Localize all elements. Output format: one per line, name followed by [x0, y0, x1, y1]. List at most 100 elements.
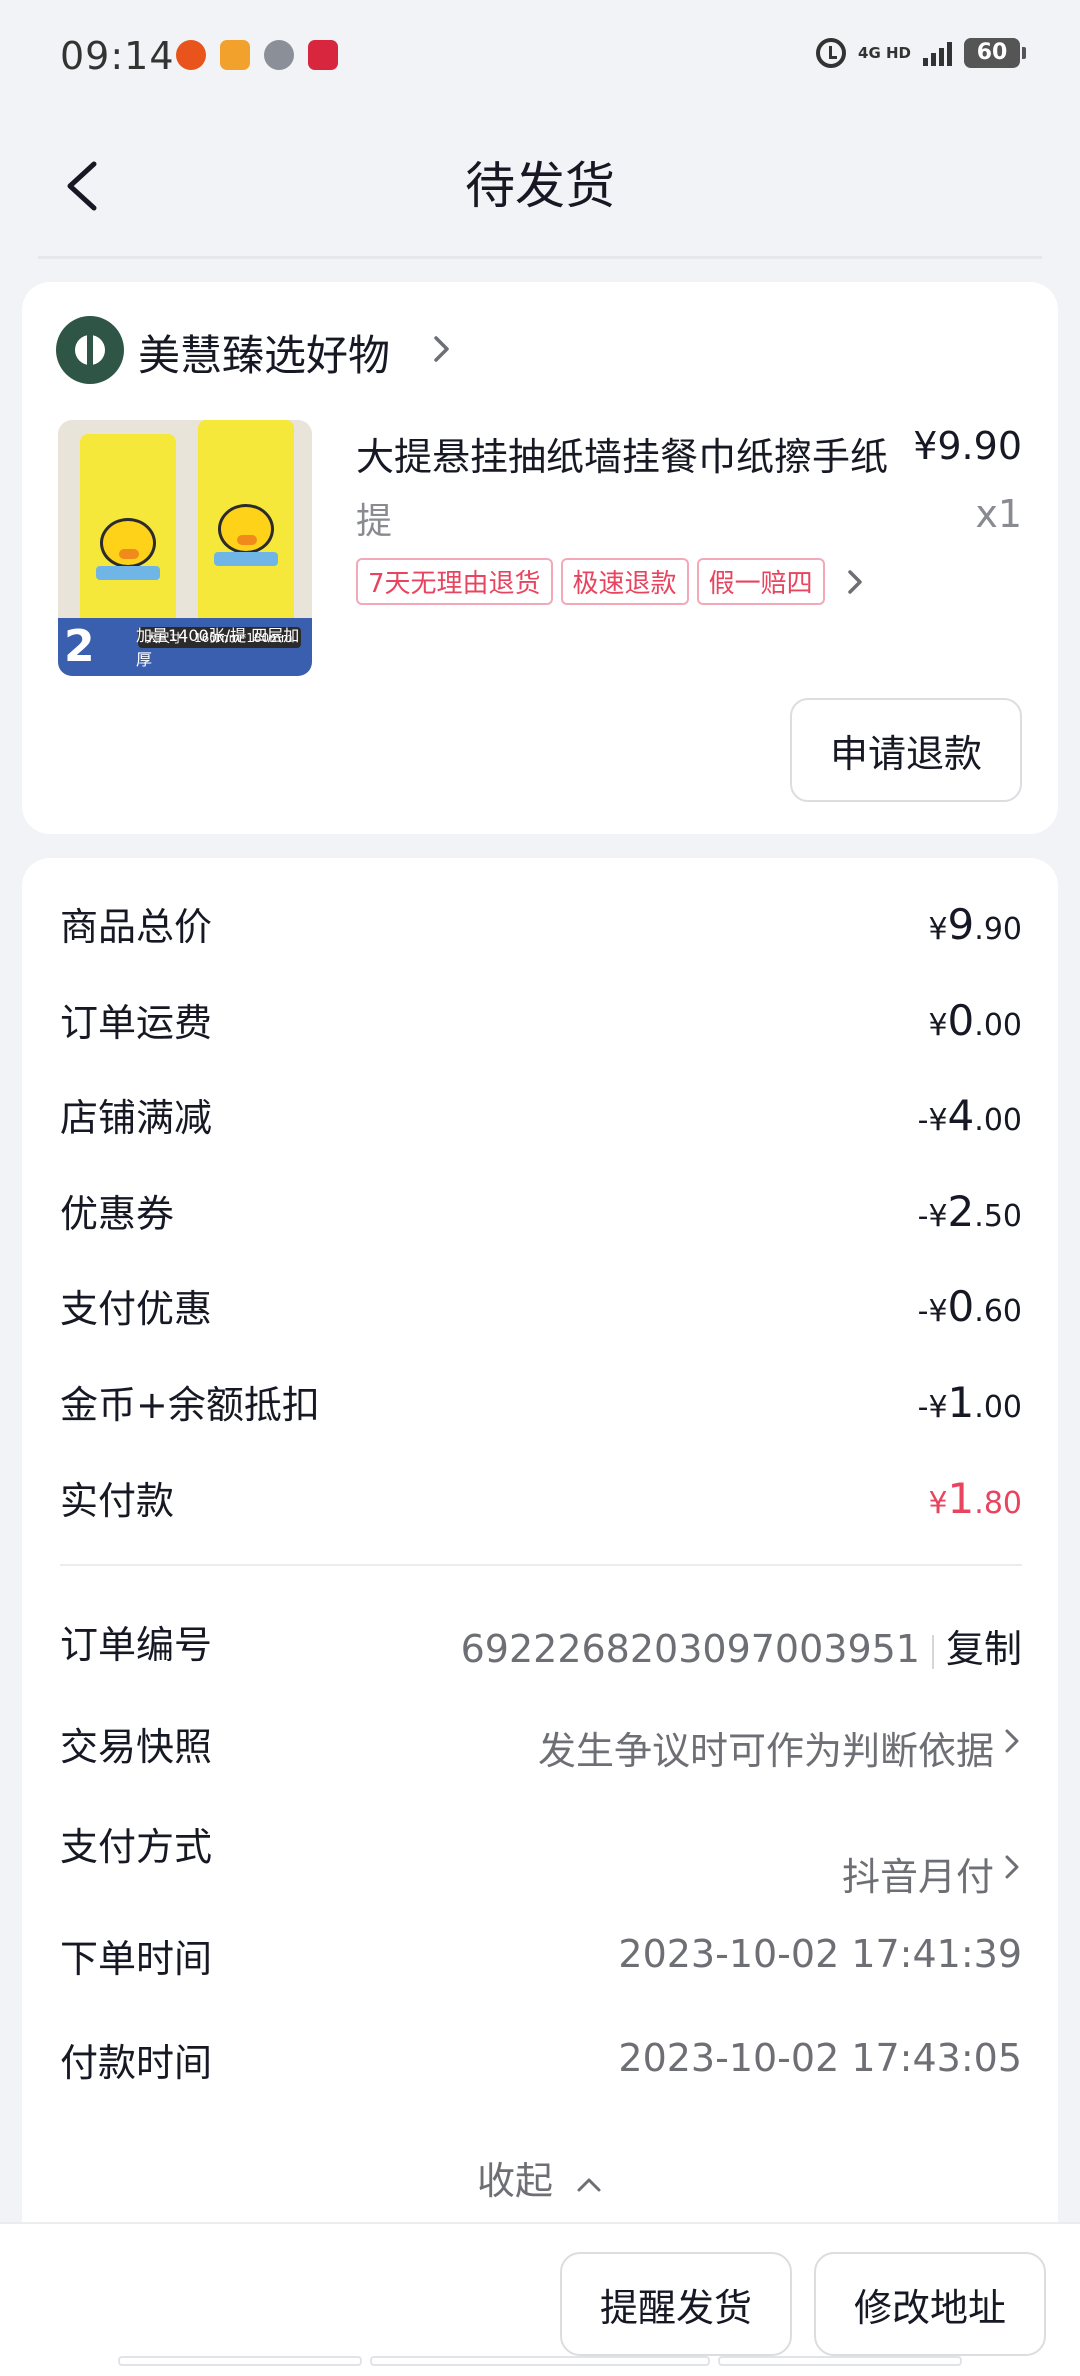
- amount-dec: .00: [974, 1390, 1022, 1425]
- shop-name[interactable]: 美慧臻选好物: [138, 322, 390, 383]
- amount-sign: -: [917, 1390, 929, 1425]
- order-number-label: 订单编号: [60, 1623, 213, 1667]
- product-quantity: x1: [975, 492, 1022, 536]
- price-row-amount: ¥0.00: [928, 996, 1022, 1045]
- product-spec: 提: [356, 501, 393, 542]
- divider: [60, 1564, 1022, 1566]
- amount-dec: .80: [974, 1486, 1022, 1521]
- copy-button[interactable]: 复制: [946, 1627, 1022, 1671]
- notification-icons: [176, 40, 338, 70]
- alarm-icon: [816, 38, 847, 68]
- payment-value: 抖音月付: [841, 1855, 994, 1899]
- amount-currency: ¥: [928, 1103, 948, 1138]
- nav-bar: 待发货: [0, 116, 1080, 259]
- collapse-button[interactable]: 收起: [22, 2150, 1058, 2205]
- price-row-amount: ¥1.80: [928, 1474, 1022, 1523]
- chevron-right-icon[interactable]: [428, 332, 454, 366]
- price-row-amount: -¥4.00: [918, 1091, 1022, 1140]
- bottom-action-bar: 提醒发货 修改地址: [0, 2222, 1080, 2376]
- service-tag: 假一赔四: [696, 558, 825, 605]
- package-graphic: [80, 434, 176, 630]
- order-time-label: 下单时间: [60, 1937, 213, 1981]
- remind-shipping-button[interactable]: 提醒发货: [560, 2252, 792, 2356]
- product-image[interactable]: 大尺寸：160mm*180mm 2 加量1400张/提 四层加厚: [58, 420, 312, 676]
- pay-time-value: 2023-10-02 17:43:05: [618, 2036, 1022, 2080]
- status-time: 09:14: [60, 34, 175, 78]
- product-card: 美慧臻选好物 大尺寸：160mm*180mm 2 加量1400张/提 四层加厚 …: [22, 282, 1058, 834]
- price-row: 支付优惠 -¥0.60: [60, 1278, 1022, 1338]
- signal-icon: [923, 40, 952, 66]
- order-number-row: 订单编号 6922268203097003951 复制: [60, 1614, 1022, 1674]
- order-detail-card: 商品总价 ¥9.90 订单运费 ¥0.00 店铺满减 -¥4.00 优惠券 -¥2.50 支付优…: [22, 858, 1058, 2258]
- price-row: 商品总价 ¥9.90: [60, 896, 1022, 956]
- amount-currency: ¥: [928, 912, 948, 947]
- service-tags[interactable]: 7天无理由退货 极速退款 假一赔四: [356, 558, 867, 605]
- price-row-label: 支付优惠: [60, 1287, 213, 1331]
- price-row-amount: ¥9.90: [928, 900, 1022, 949]
- amount-dec: .00: [974, 1008, 1022, 1043]
- amount-currency: ¥: [928, 1486, 948, 1521]
- amount-int: 2: [947, 1187, 975, 1236]
- network-type: 4G HD: [858, 44, 911, 62]
- app-notification-icon: [176, 40, 206, 70]
- amount-currency: ¥: [928, 1390, 948, 1425]
- chevron-right-icon[interactable]: [1002, 1726, 1022, 1756]
- page-title: 待发货: [465, 157, 615, 215]
- service-tag: 7天无理由退货: [356, 558, 553, 605]
- order-number: 6922268203097003951: [460, 1627, 920, 1671]
- amount-dec: .60: [974, 1294, 1022, 1329]
- price-row-label: 优惠券: [60, 1192, 175, 1236]
- payment-row[interactable]: 支付方式 抖音月付: [60, 1816, 1022, 1899]
- image-bottom-label: 加量1400张/提 四层加厚: [136, 626, 300, 669]
- price-row: 金币+余额抵扣 -¥1.00: [60, 1374, 1022, 1434]
- chevron-right-icon[interactable]: [1002, 1852, 1022, 1882]
- status-indicators: 4G HD 60: [816, 38, 1026, 68]
- amount-int: 9: [947, 900, 975, 949]
- shop-logo[interactable]: [56, 316, 124, 384]
- service-tag: 极速退款: [560, 558, 689, 605]
- order-number-value: 6922268203097003951 复制: [461, 1618, 1022, 1673]
- amount-int: 0: [947, 996, 975, 1045]
- snapshot-value: 发生争议时可作为判断依据: [537, 1729, 994, 1773]
- battery-icon: 60: [964, 38, 1026, 68]
- chevron-up-icon: [577, 2178, 601, 2191]
- refund-button[interactable]: 申请退款: [790, 698, 1022, 802]
- payment-label: 支付方式: [60, 1825, 213, 1869]
- price-row-label: 商品总价: [60, 905, 213, 949]
- price-row-amount: -¥0.60: [918, 1282, 1022, 1331]
- amount-int: 1: [947, 1378, 975, 1427]
- order-time-value: 2023-10-02 17:41:39: [618, 1932, 1022, 1976]
- collapse-label: 收起: [476, 2159, 553, 2203]
- app-notification-icon: [264, 40, 294, 70]
- price-row-label: 实付款: [60, 1479, 175, 1523]
- amount-dec: .00: [974, 1103, 1022, 1138]
- price-row-label: 金币+余额抵扣: [60, 1383, 320, 1427]
- product-title[interactable]: 大提悬挂抽纸墙挂餐巾纸擦手纸: [356, 426, 922, 481]
- amount-currency: ¥: [928, 1008, 948, 1043]
- image-count: 2: [64, 621, 95, 672]
- amount-dec: .90: [974, 912, 1022, 947]
- app-notification-icon: [220, 40, 250, 70]
- status-bar: 09:14 4G HD 60: [0, 0, 1080, 116]
- amount-dec: .50: [974, 1199, 1022, 1234]
- snapshot-row[interactable]: 交易快照 发生争议时可作为判断依据: [60, 1716, 1022, 1776]
- change-address-button[interactable]: 修改地址: [814, 2252, 1046, 2356]
- amount-currency: ¥: [928, 1199, 948, 1234]
- nav-divider: [38, 256, 1042, 259]
- amount-int: 1: [947, 1474, 975, 1523]
- price-row-label: 店铺满减: [60, 1096, 213, 1140]
- amount-int: 0: [947, 1282, 975, 1331]
- price-row: 优惠券 -¥2.50: [60, 1183, 1022, 1243]
- product-price: ¥9.90: [913, 424, 1022, 468]
- chevron-right-icon[interactable]: [843, 566, 867, 598]
- price-row: 实付款 ¥1.80: [60, 1470, 1022, 1530]
- snapshot-label: 交易快照: [60, 1725, 213, 1769]
- pay-time-label: 付款时间: [60, 2041, 213, 2085]
- price-row: 订单运费 ¥0.00: [60, 992, 1022, 1052]
- pay-time-row: 付款时间 2023-10-02 17:43:05: [60, 2032, 1022, 2092]
- price-row-label: 订单运费: [60, 1001, 213, 1045]
- gesture-bar: [118, 2356, 962, 2366]
- package-graphic: [198, 420, 294, 630]
- price-row-amount: -¥1.00: [918, 1378, 1022, 1427]
- amount-sign: -: [917, 1294, 929, 1329]
